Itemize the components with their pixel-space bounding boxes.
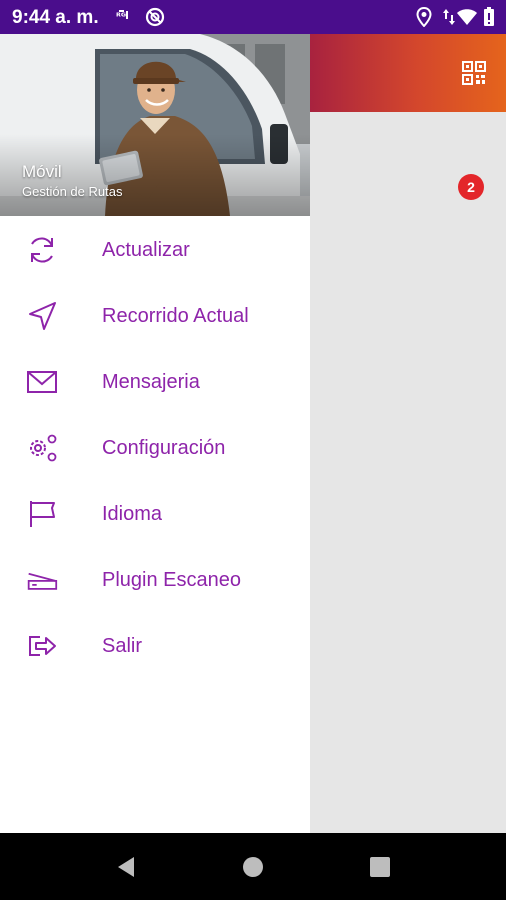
menu-label: Plugin Escaneo — [102, 569, 241, 591]
location-icon — [416, 7, 432, 27]
drawer-header: Móvil Gestión de Rutas — [0, 34, 310, 216]
menu-label: Mensajeria — [102, 371, 200, 393]
status-bar: 9:44 a. m. ᴿᴳ — [0, 0, 506, 34]
drawer-subtitle: Gestión de Rutas — [22, 184, 123, 199]
menu-item-mensajeria[interactable]: Mensajeria — [0, 353, 310, 411]
main-content: 2 — [310, 112, 506, 833]
menu-label: Configuración — [102, 437, 226, 459]
flag-icon — [30, 501, 55, 527]
back-icon[interactable] — [114, 855, 138, 879]
status-time: 9:44 a. m. — [12, 7, 99, 28]
data-saver-icon — [145, 7, 165, 27]
refresh-icon — [31, 237, 53, 263]
gears-icon — [30, 434, 57, 462]
battery-icon — [484, 7, 494, 26]
menu-item-idioma[interactable]: Idioma — [0, 485, 310, 543]
mail-icon — [27, 371, 57, 393]
svg-text:ᴿᴳ: ᴿᴳ — [116, 12, 126, 23]
menu-label: Idioma — [102, 503, 163, 525]
menu-label: Actualizar — [102, 239, 190, 261]
app-bar — [310, 34, 506, 112]
menu-item-configuracion[interactable]: Configuración — [0, 419, 310, 477]
data-transfer-icon — [443, 9, 455, 25]
drawer-title: Móvil — [22, 162, 62, 181]
scanner-icon — [27, 572, 58, 590]
menu-item-recorrido-actual[interactable]: Recorrido Actual — [0, 287, 310, 345]
home-icon[interactable] — [241, 855, 265, 879]
recents-icon[interactable] — [368, 855, 392, 879]
menu-item-salir[interactable]: Salir — [0, 617, 310, 675]
menu-label: Recorrido Actual — [102, 305, 249, 327]
navigation-drawer: Móvil Gestión de Rutas Actualizar Recorr… — [0, 34, 310, 833]
nfc-signal-icon: ᴿᴳ — [116, 10, 128, 23]
system-nav-bar — [0, 833, 506, 900]
menu-item-plugin-escaneo[interactable]: Plugin Escaneo — [0, 551, 310, 609]
menu-label: Salir — [102, 635, 143, 657]
notification-badge[interactable]: 2 — [458, 174, 484, 200]
logout-icon — [29, 636, 56, 656]
qr-code-icon[interactable] — [462, 61, 486, 85]
menu-item-actualizar[interactable]: Actualizar — [0, 221, 310, 279]
wifi-icon — [457, 9, 477, 25]
navigation-icon — [29, 302, 56, 330]
